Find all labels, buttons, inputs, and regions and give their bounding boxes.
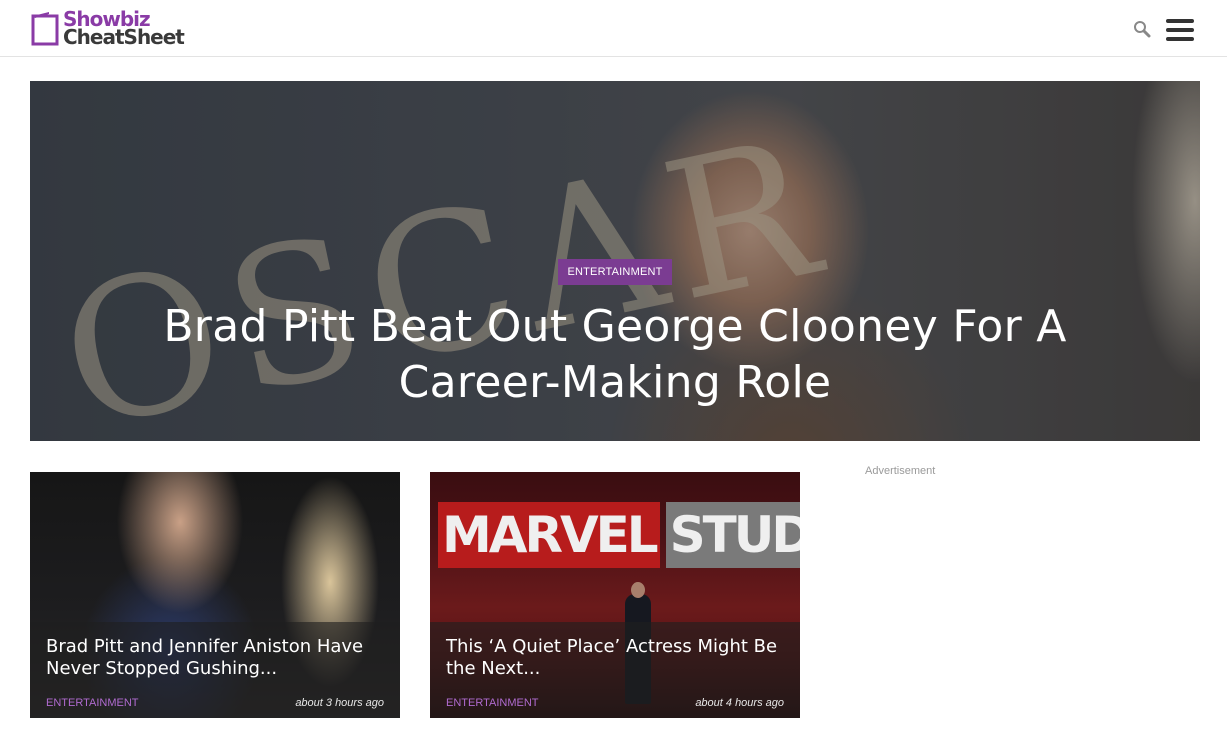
site-logo[interactable]: Showbiz CheatSheet — [31, 8, 185, 49]
search-icon[interactable] — [1133, 20, 1151, 38]
advertisement-label: Advertisement — [865, 465, 936, 477]
logo-frame-icon — [31, 10, 61, 46]
story-card-timestamp: about 3 hours ago — [295, 697, 384, 709]
logo-text-cheatsheet: CheatSheet — [63, 25, 185, 49]
story-card-timestamp: about 4 hours ago — [695, 697, 784, 709]
story-card-title[interactable]: Brad Pitt and Jennifer Aniston Have Neve… — [46, 636, 386, 680]
story-card-1[interactable]: Brad Pitt and Jennifer Aniston Have Neve… — [30, 472, 400, 718]
site-header: Showbiz CheatSheet — [0, 0, 1227, 57]
hero-category-tag[interactable]: ENTERTAINMENT — [558, 259, 672, 285]
hero-story[interactable]: OSCAR ENTERTAINMENT Brad Pitt Beat Out G… — [30, 81, 1200, 441]
story-card-category[interactable]: ENTERTAINMENT — [446, 697, 539, 709]
story-card-title[interactable]: This ‘A Quiet Place’ Actress Might Be th… — [446, 636, 786, 680]
story-card-category[interactable]: ENTERTAINMENT — [46, 697, 139, 709]
story-card-2[interactable]: MARVEL STUDIOS This ‘A Quiet Place’ Actr… — [430, 472, 800, 718]
hamburger-menu-icon[interactable] — [1166, 19, 1194, 41]
hero-title[interactable]: Brad Pitt Beat Out George Clooney For A … — [150, 299, 1080, 411]
